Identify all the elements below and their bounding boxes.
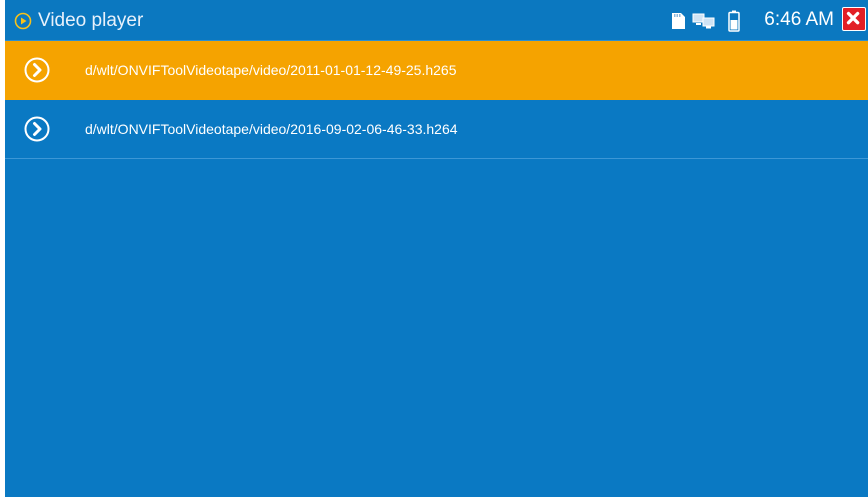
play-circle-icon xyxy=(24,57,50,83)
status-clock: 6:46 AM xyxy=(764,9,834,30)
file-list: d/wlt/ONVIFToolVideotape/video/2011-01-0… xyxy=(5,41,868,159)
battery-icon xyxy=(728,10,740,32)
network-icon xyxy=(692,13,715,29)
app-title: Video player xyxy=(38,10,144,31)
sd-card-icon xyxy=(672,13,685,29)
title-bar: Video player 6:46 AM xyxy=(5,0,868,41)
file-item[interactable]: d/wlt/ONVIFToolVideotape/video/2011-01-0… xyxy=(5,41,868,100)
close-button[interactable] xyxy=(842,7,866,31)
close-icon xyxy=(846,11,860,25)
play-circle-icon xyxy=(24,116,50,142)
video-player-screen: Video player 6:46 AM d/wlt/ONVIFToolVide… xyxy=(5,0,868,497)
file-path: d/wlt/ONVIFToolVideotape/video/2011-01-0… xyxy=(85,62,457,78)
file-item[interactable]: d/wlt/ONVIFToolVideotape/video/2016-09-0… xyxy=(5,100,868,159)
play-circle-icon xyxy=(14,12,32,30)
file-path: d/wlt/ONVIFToolVideotape/video/2016-09-0… xyxy=(85,121,458,137)
